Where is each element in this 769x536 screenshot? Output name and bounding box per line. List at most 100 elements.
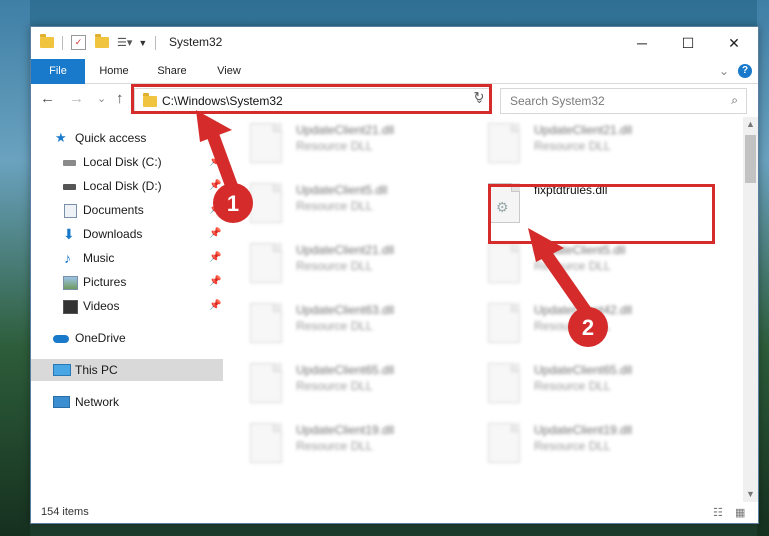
sidebar-item-downloads[interactable]: ⬇ Downloads 📌	[31, 223, 223, 245]
file-name: UpdateClient19.dll	[534, 423, 633, 437]
back-button[interactable]: ←	[40, 90, 55, 107]
file-item[interactable]: UpdateClient5.dll Resource DLL	[236, 179, 466, 227]
dll-file-icon	[488, 363, 520, 403]
divider	[155, 35, 157, 50]
file-item[interactable]: UpdateClient21.dll Resource DLL	[474, 119, 704, 167]
up-button[interactable]: ↑	[116, 90, 124, 107]
sidebar-item-pictures[interactable]: Pictures 📌	[31, 271, 223, 293]
sidebar-item-label: Pictures	[83, 275, 127, 289]
file-name: UpdateClient65.dll	[296, 363, 395, 377]
pin-icon[interactable]: 📌	[209, 295, 221, 317]
pictures-icon	[63, 276, 78, 290]
dll-file-icon	[250, 243, 282, 283]
pin-icon[interactable]: 📌	[209, 199, 221, 221]
new-folder-icon[interactable]	[95, 34, 109, 48]
sidebar-item-documents[interactable]: Documents 📌	[31, 199, 223, 221]
file-item[interactable]: UpdateClient5.dll Resource DLL	[474, 239, 704, 287]
maximize-button[interactable]: ☐	[665, 27, 711, 59]
search-input[interactable]: Search System32	[510, 94, 605, 108]
sidebar-item-local-disk-c[interactable]: Local Disk (C:) 📌	[31, 151, 223, 173]
file-type: Resource DLL	[296, 319, 373, 333]
file-item[interactable]: UpdateClient19.dll Resource DLL	[236, 419, 466, 467]
forward-button[interactable]: →	[69, 90, 84, 107]
explorer-window: ✓ ☰▾ ▼ System32 ─ ☐ ✕ File Home Share Vi…	[30, 26, 759, 524]
sidebar-item-onedrive[interactable]: OneDrive	[31, 327, 223, 349]
desktop-background-left	[0, 0, 30, 536]
tab-view[interactable]: View	[209, 59, 249, 83]
pin-icon[interactable]: 📌	[209, 151, 221, 173]
properties-icon[interactable]: ✓	[71, 35, 86, 50]
sidebar-item-label: OneDrive	[75, 331, 126, 345]
vertical-scrollbar[interactable]: ▲ ▼	[743, 117, 758, 502]
file-item[interactable]: UpdateClient19.dll Resource DLL	[474, 419, 704, 467]
item-count: 154 items	[41, 506, 89, 518]
close-button[interactable]: ✕	[711, 27, 757, 59]
sidebar-item-label: Network	[75, 395, 120, 409]
file-item[interactable]: UpdateClient63.dll Resource DLL	[236, 299, 466, 347]
sidebar-item-label: Quick access	[75, 131, 147, 145]
details-view-icon[interactable]: ☷	[713, 506, 723, 519]
toolbar-dropdown-icon[interactable]: ▼	[138, 38, 147, 48]
sidebar-item-label: Local Disk (D:)	[83, 179, 162, 193]
expand-ribbon-icon[interactable]: ⌄	[717, 59, 731, 83]
pin-icon[interactable]: 📌	[209, 247, 221, 269]
file-item[interactable]: UpdateClient42.dll Resource DLL	[474, 299, 704, 347]
sidebar-item-quick-access[interactable]: ★ Quick access	[31, 127, 223, 149]
file-list: UpdateClient21.dll Resource DLL UpdateCl…	[236, 117, 741, 502]
file-type: Resource DLL	[296, 199, 373, 213]
tab-share[interactable]: Share	[151, 59, 193, 83]
file-name: UpdateClient42.dll	[534, 303, 633, 317]
scroll-up-icon[interactable]: ▲	[743, 117, 758, 132]
dll-file-icon	[250, 363, 282, 403]
file-name: UpdateClient5.dll	[534, 243, 626, 257]
recent-locations-button[interactable]: ⌄	[97, 92, 106, 105]
ribbon-tabs: File Home Share View ⌄ ?	[31, 59, 758, 107]
search-box[interactable]: Search System32 ⌕	[500, 88, 747, 114]
file-item[interactable]: UpdateClient65.dll Resource DLL	[236, 359, 466, 407]
sidebar-item-local-disk-d[interactable]: Local Disk (D:) 📌	[31, 175, 223, 197]
title-bar: ✓ ☰▾ ▼ System32 ─ ☐ ✕	[31, 27, 758, 59]
window-title: System32	[169, 35, 223, 49]
file-highlight	[488, 184, 715, 244]
file-item[interactable]: UpdateClient65.dll Resource DLL	[474, 359, 704, 407]
file-type: Resource DLL	[296, 139, 373, 153]
scroll-thumb[interactable]	[745, 135, 756, 183]
dll-file-icon	[488, 123, 520, 163]
file-type: Resource DLL	[534, 319, 611, 333]
search-icon[interactable]: ⌕	[731, 93, 738, 108]
file-item[interactable]: UpdateClient21.dll Resource DLL	[236, 239, 466, 287]
sidebar-item-network[interactable]: Network	[31, 391, 223, 413]
pin-icon[interactable]: 📌	[209, 175, 221, 197]
divider	[62, 35, 63, 50]
folder-icon	[40, 34, 54, 48]
file-type: Resource DLL	[296, 439, 373, 453]
sidebar-item-label: Local Disk (C:)	[83, 155, 162, 169]
scroll-down-icon[interactable]: ▼	[743, 487, 758, 502]
documents-icon	[64, 204, 77, 218]
file-item[interactable]: UpdateClient21.dll Resource DLL	[236, 119, 466, 167]
sidebar-item-this-pc[interactable]: This PC	[31, 359, 223, 381]
tab-home[interactable]: Home	[93, 59, 135, 83]
dll-file-icon	[488, 423, 520, 463]
file-type: Resource DLL	[296, 259, 373, 273]
file-name: UpdateClient21.dll	[296, 243, 395, 257]
sidebar-item-music[interactable]: ♪ Music 📌	[31, 247, 223, 269]
minimize-button[interactable]: ─	[619, 27, 665, 59]
dll-file-icon	[488, 243, 520, 283]
customize-toolbar-icon[interactable]: ☰▾	[117, 36, 132, 49]
sidebar-item-label: Music	[83, 251, 115, 265]
dll-file-icon	[250, 123, 282, 163]
drive-icon	[63, 160, 76, 166]
status-bar: 154 items ☷ ▦	[31, 503, 758, 523]
file-name: UpdateClient21.dll	[534, 123, 633, 137]
large-icons-view-icon[interactable]: ▦	[735, 506, 745, 519]
sidebar-item-videos[interactable]: Videos 📌	[31, 295, 223, 317]
navigation-pane: ★ Quick access Local Disk (C:) 📌 Local D…	[31, 123, 223, 503]
help-icon[interactable]: ?	[738, 64, 752, 78]
file-type: Resource DLL	[296, 379, 373, 393]
pin-icon[interactable]: 📌	[209, 271, 221, 293]
sidebar-item-label: This PC	[75, 363, 118, 377]
pin-icon[interactable]: 📌	[209, 223, 221, 245]
sidebar-item-label: Videos	[83, 299, 120, 313]
dll-file-icon	[250, 303, 282, 343]
